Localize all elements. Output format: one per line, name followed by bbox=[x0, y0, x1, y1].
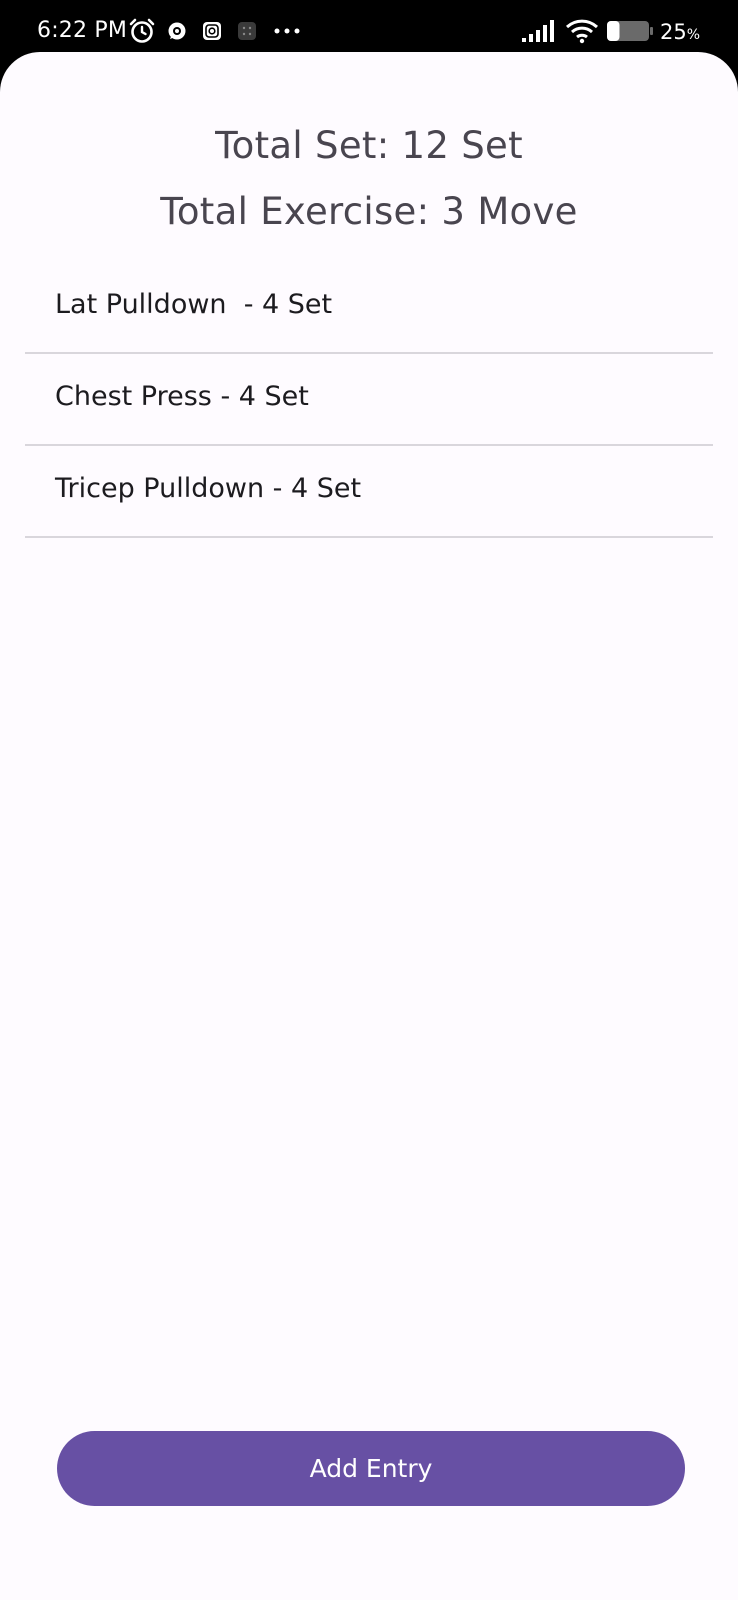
exercise-list: Lat Pulldown - 4 Set Chest Press - 4 Set… bbox=[25, 262, 713, 538]
list-item[interactable]: Chest Press - 4 Set bbox=[25, 354, 713, 446]
whatsapp-icon bbox=[166, 18, 188, 44]
instagram-icon bbox=[201, 18, 223, 44]
grid-icon bbox=[236, 18, 258, 44]
battery-icon bbox=[606, 18, 654, 44]
list-item[interactable]: Tricep Pulldown - 4 Set bbox=[25, 446, 713, 538]
signal-icon bbox=[520, 18, 558, 44]
exercise-entry-text: Chest Press - 4 Set bbox=[55, 380, 309, 412]
list-item[interactable]: Lat Pulldown - 4 Set bbox=[25, 262, 713, 354]
total-exercise-label: Total Exercise: 3 Move bbox=[160, 190, 578, 233]
exercise-entry-text: Lat Pulldown - 4 Set bbox=[55, 288, 333, 320]
workout-summary-screen: Total Set: 12 Set Total Exercise: 3 Move… bbox=[0, 52, 738, 1600]
alarm-icon bbox=[128, 18, 156, 44]
battery-percentage: 25% bbox=[660, 20, 701, 44]
wifi-icon bbox=[565, 18, 599, 44]
total-set-label: Total Set: 12 Set bbox=[215, 124, 523, 167]
add-entry-button[interactable]: Add Entry bbox=[57, 1431, 685, 1506]
more-dots-icon bbox=[272, 18, 302, 44]
status-time: 6:22 PM bbox=[37, 18, 128, 43]
exercise-entry-text: Tricep Pulldown - 4 Set bbox=[55, 472, 362, 504]
